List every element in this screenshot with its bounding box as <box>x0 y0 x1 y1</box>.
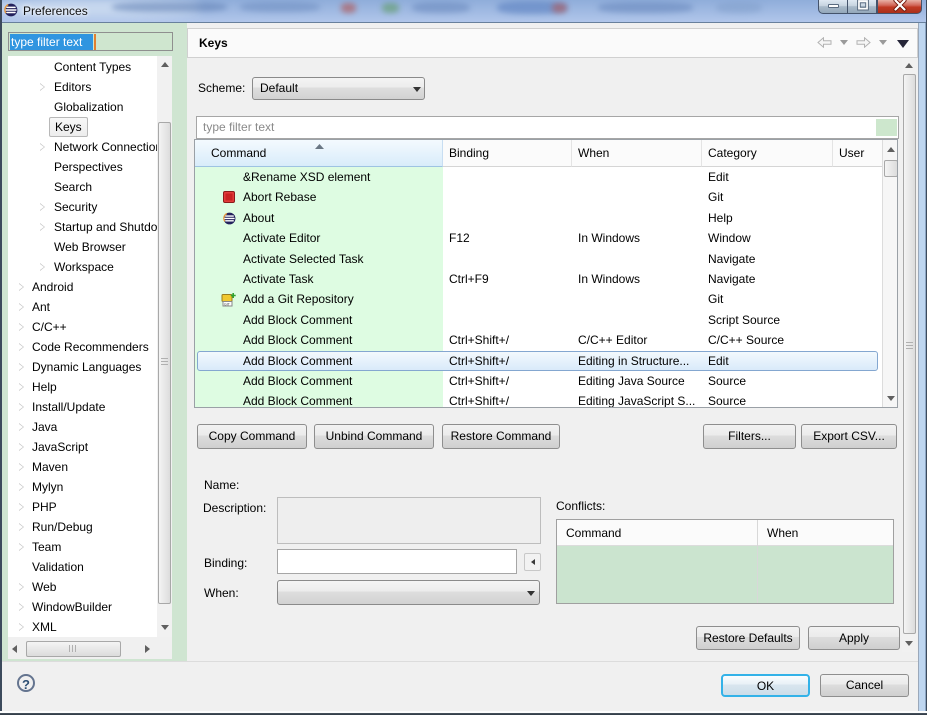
svg-text:GIT: GIT <box>224 302 231 306</box>
